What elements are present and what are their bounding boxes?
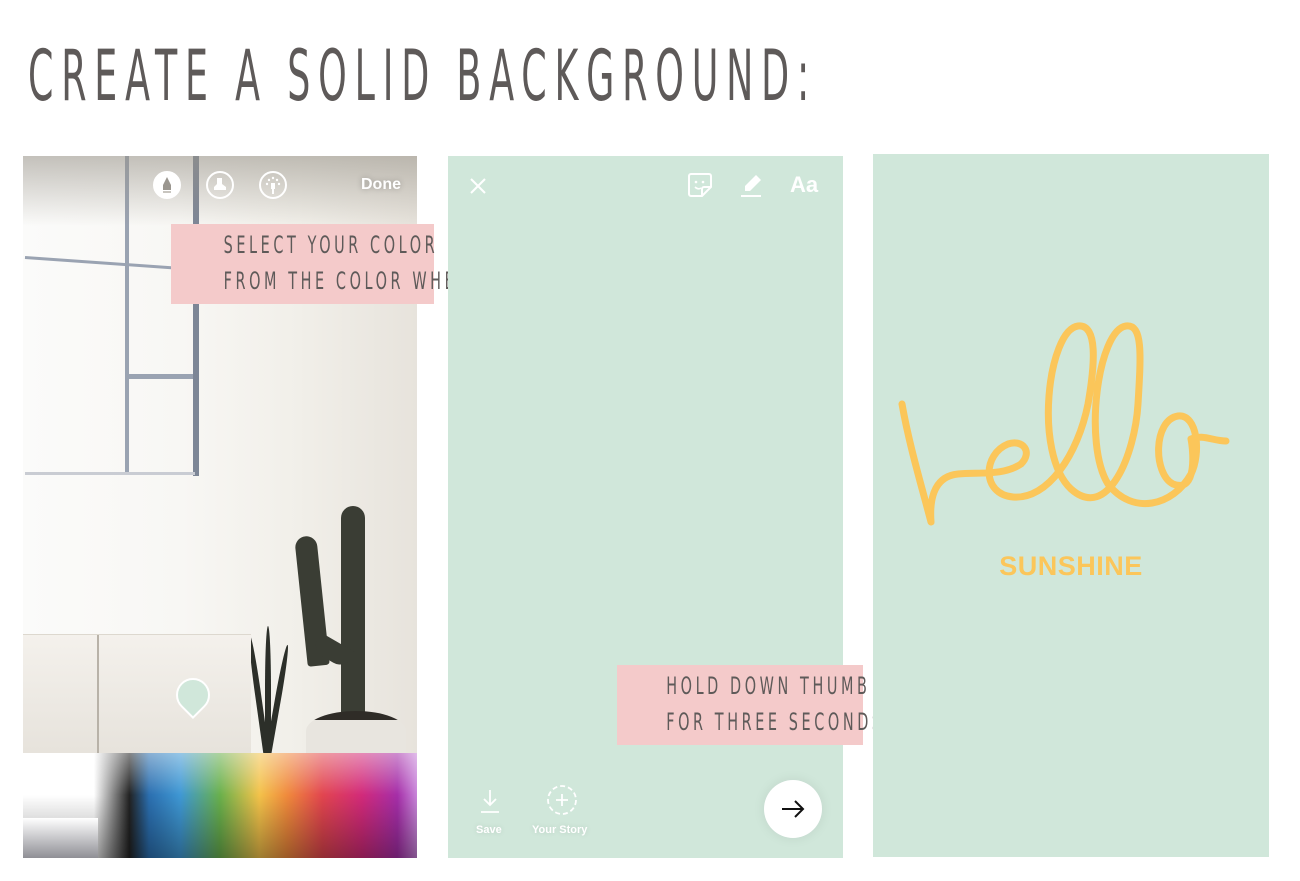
draw-icon[interactable] [738,172,764,198]
save-button[interactable]: Save [476,824,502,836]
arrow-right-icon [782,800,805,818]
annotation-hold-thumb: HOLD DOWN THUMB FOR THREE SECONDS [617,665,885,745]
solid-background-screen: Aa Save Your Story [448,156,843,858]
cabinet [23,634,251,759]
hello-script-lettering [898,322,1230,526]
neon-brush-icon[interactable] [259,171,287,199]
sticker-icon[interactable] [687,172,713,198]
highlighter-icon[interactable] [206,171,234,199]
add-story-icon[interactable] [546,784,578,816]
annotation-line: FOR THREE SECONDS [666,708,885,736]
next-button[interactable] [764,780,822,838]
annotation-line: SELECT YOUR COLOR [223,231,439,259]
text-tool-button[interactable]: Aa [790,172,818,198]
grayscale-ramp[interactable] [23,818,98,858]
done-button[interactable]: Done [361,176,401,194]
marker-pen-icon[interactable] [153,171,181,199]
cactus [341,506,365,721]
close-icon[interactable] [469,177,487,195]
annotation-select-color: SELECT YOUR COLOR FROM THE COLOR WHEEL [171,224,482,304]
page-title: CREATE A SOLID BACKGROUND: [28,35,818,117]
your-story-button[interactable]: Your Story [532,824,587,836]
result-story-screen: SUNSHINE [873,154,1269,857]
annotation-line: HOLD DOWN THUMB [666,672,871,700]
download-icon[interactable] [480,788,500,814]
color-gradient-picker[interactable] [23,753,417,858]
annotation-line: FROM THE COLOR WHEEL [223,267,482,295]
sunshine-caption: SUNSHINE [999,551,1143,581]
